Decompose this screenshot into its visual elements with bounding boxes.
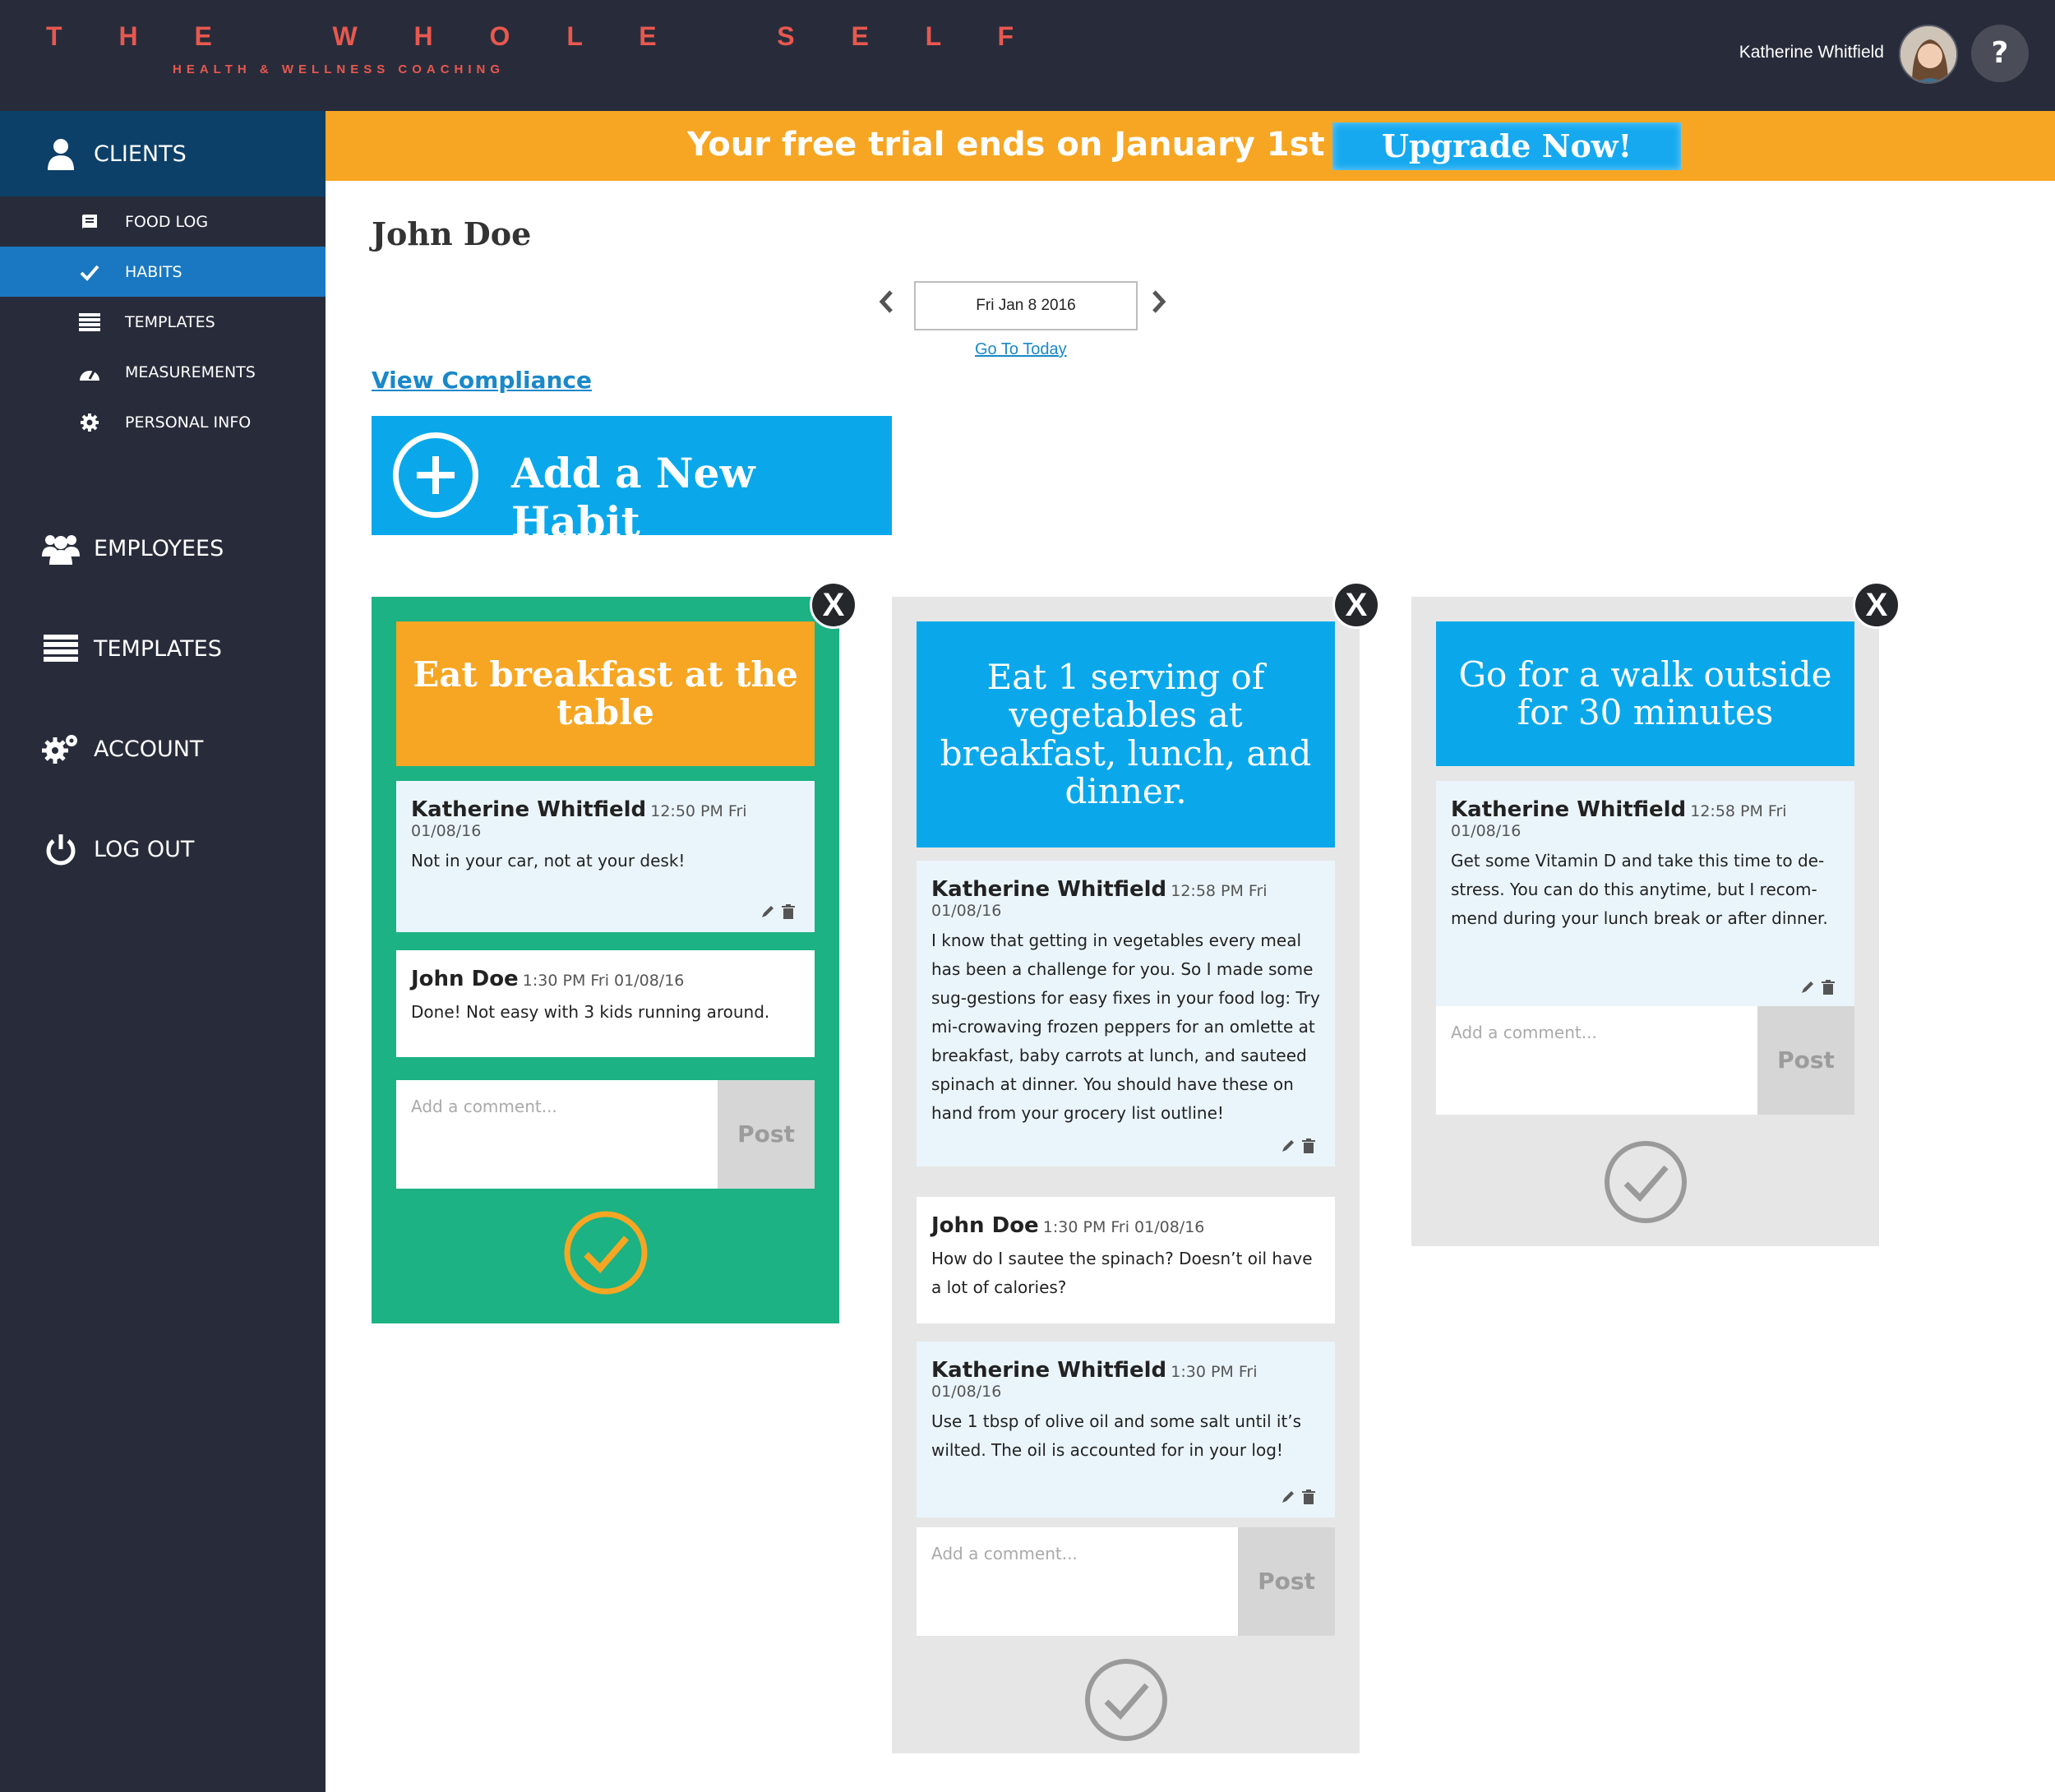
comment-author: John Doe <box>931 1213 1039 1238</box>
comment-text: Done! Not easy with 3 kids running aroun… <box>411 1002 770 1022</box>
comment: Katherine Whitfield 12:58 PM Fri 01/08/1… <box>1436 781 1854 1008</box>
comment: Katherine Whitfield 12:58 PM Fri 01/08/1… <box>917 861 1335 1166</box>
go-to-today-link[interactable]: Go To Today <box>975 340 1067 359</box>
post-button[interactable]: Post <box>1757 1006 1854 1115</box>
check-icon <box>77 260 102 284</box>
comment-time: 1:30 PM Fri 01/08/16 <box>522 972 685 990</box>
remove-habit-button[interactable]: X <box>810 581 857 629</box>
avatar[interactable] <box>1899 25 1958 84</box>
nav-logout[interactable]: LOG OUT <box>0 806 326 892</box>
comment: Katherine Whitfield 12:50 PM Fri 01/08/1… <box>396 781 815 932</box>
gauge-icon <box>77 360 102 385</box>
check-circle-icon[interactable] <box>1603 1139 1688 1225</box>
remove-habit-button[interactable]: X <box>1332 581 1380 629</box>
habit-card: Eat breakfast at the table Katherine Whi… <box>372 597 839 1323</box>
trash-icon[interactable] <box>1302 1489 1315 1508</box>
plus-circle-icon <box>393 432 478 518</box>
comment-author: John Doe <box>411 967 519 991</box>
sidebar-item-label: FOOD LOG <box>125 212 209 231</box>
top-bar: T H E W H O L E S E L F HEALTH & WELLNES… <box>0 0 2055 111</box>
upgrade-button[interactable]: Upgrade Now! <box>1332 122 1681 170</box>
comment-author: Katherine Whitfield <box>931 877 1167 902</box>
habit-title: Eat 1 serving of vegetables at breakfast… <box>917 621 1335 848</box>
comment-time: 1:30 PM Fri 01/08/16 <box>1042 1218 1205 1236</box>
check-circle-icon[interactable] <box>1083 1657 1169 1743</box>
users-icon <box>41 529 81 568</box>
chevron-right-icon[interactable] <box>1151 289 1167 321</box>
comment-text: Not in your car, not at your desk! <box>411 851 686 871</box>
list-icon <box>77 310 102 335</box>
user-icon <box>41 134 81 173</box>
sidebar-item-label: HABITS <box>125 262 182 281</box>
habit-card: Eat 1 serving of vegetables at breakfast… <box>892 597 1360 1753</box>
comment-author: Katherine Whitfield <box>931 1358 1167 1383</box>
help-button[interactable]: ? <box>1971 25 2029 82</box>
gear-icon <box>77 410 102 435</box>
logo-title: T H E W H O L E S E L F <box>46 21 1039 51</box>
user-name[interactable]: Katherine Whitfield <box>1739 43 1884 62</box>
nav-templates-label: TEMPLATES <box>94 635 222 662</box>
nav-clients[interactable]: CLIENTS <box>0 111 326 196</box>
comment-text: Use 1 tbsp of olive oil and some salt un… <box>931 1411 1302 1460</box>
nav-templates[interactable]: TEMPLATES <box>0 606 326 691</box>
comment-input[interactable]: Add a comment... <box>1436 1006 1757 1115</box>
trial-text: Your free trial ends on January 1st <box>687 126 1325 164</box>
view-compliance-link[interactable]: View Compliance <box>372 367 592 394</box>
list-icon <box>41 629 81 668</box>
comment-text: How do I sautee the spinach? Doesn’t oil… <box>931 1249 1313 1297</box>
sidebar-item-measurements[interactable]: MEASUREMENTS <box>0 347 326 397</box>
sidebar: CLIENTS FOOD LOG HABITS TEMPLATES MEASUR… <box>0 111 326 1792</box>
pencil-icon[interactable] <box>1281 1489 1295 1508</box>
pencil-icon[interactable] <box>1800 980 1815 998</box>
post-button[interactable]: Post <box>718 1080 815 1189</box>
trash-icon[interactable] <box>1822 980 1835 998</box>
book-icon <box>77 210 102 234</box>
sidebar-item-templates-sub[interactable]: TEMPLATES <box>0 297 326 347</box>
check-circle-icon[interactable] <box>563 1210 649 1296</box>
comment: Katherine Whitfield 1:30 PM Fri 01/08/16… <box>917 1342 1335 1517</box>
remove-habit-button[interactable]: X <box>1853 581 1900 629</box>
comment-author: Katherine Whitfield <box>411 797 647 822</box>
nav-clients-label: CLIENTS <box>94 141 187 167</box>
chevron-left-icon[interactable] <box>878 289 894 321</box>
add-habit-label: Add a New Habit <box>511 449 755 546</box>
page-title: John Doe <box>372 215 532 252</box>
power-icon <box>41 829 81 869</box>
gears-icon <box>41 729 81 769</box>
sidebar-item-label: PERSONAL INFO <box>125 413 252 432</box>
add-habit-button[interactable]: Add a New Habit <box>372 416 892 546</box>
pencil-icon[interactable] <box>760 904 775 922</box>
post-button[interactable]: Post <box>1238 1527 1335 1636</box>
logo-subtitle: HEALTH & WELLNESS COACHING <box>173 62 506 76</box>
comment-author: Katherine Whitfield <box>1451 797 1687 822</box>
comment-input[interactable]: Add a comment... <box>917 1527 1238 1636</box>
sidebar-item-food-log[interactable]: FOOD LOG <box>0 196 326 247</box>
nav-employees-label: EMPLOYEES <box>94 535 224 561</box>
sidebar-item-personal-info[interactable]: PERSONAL INFO <box>0 397 326 447</box>
pencil-icon[interactable] <box>1281 1138 1295 1157</box>
nav-account[interactable]: ACCOUNT <box>0 706 326 792</box>
nav-account-label: ACCOUNT <box>94 736 204 762</box>
habit-title: Eat breakfast at the table <box>396 621 815 766</box>
sidebar-item-label: MEASUREMENTS <box>125 363 256 381</box>
trial-banner: Your free trial ends on January 1st Upgr… <box>326 111 2055 181</box>
sidebar-item-habits[interactable]: HABITS <box>0 247 326 297</box>
comment: John Doe 1:30 PM Fri 01/08/16 Done! Not … <box>396 950 815 1057</box>
comment: John Doe 1:30 PM Fri 01/08/16 How do I s… <box>917 1197 1335 1323</box>
comment-text: Get some Vitamin D and take this time to… <box>1451 851 1828 928</box>
nav-logout-label: LOG OUT <box>94 836 195 862</box>
comment-input[interactable]: Add a comment... <box>396 1080 718 1189</box>
nav-employees[interactable]: EMPLOYEES <box>0 506 326 591</box>
date-field[interactable]: Fri Jan 8 2016 <box>914 281 1138 330</box>
sidebar-item-label: TEMPLATES <box>125 312 215 331</box>
trash-icon[interactable] <box>1302 1138 1315 1157</box>
comment-text: I know that getting in vegetables every … <box>931 931 1320 1123</box>
habit-title: Go for a walk outside for 30 minutes <box>1436 621 1854 766</box>
trash-icon[interactable] <box>782 904 795 922</box>
habit-card: Go for a walk outside for 30 minutes Kat… <box>1411 597 1879 1246</box>
